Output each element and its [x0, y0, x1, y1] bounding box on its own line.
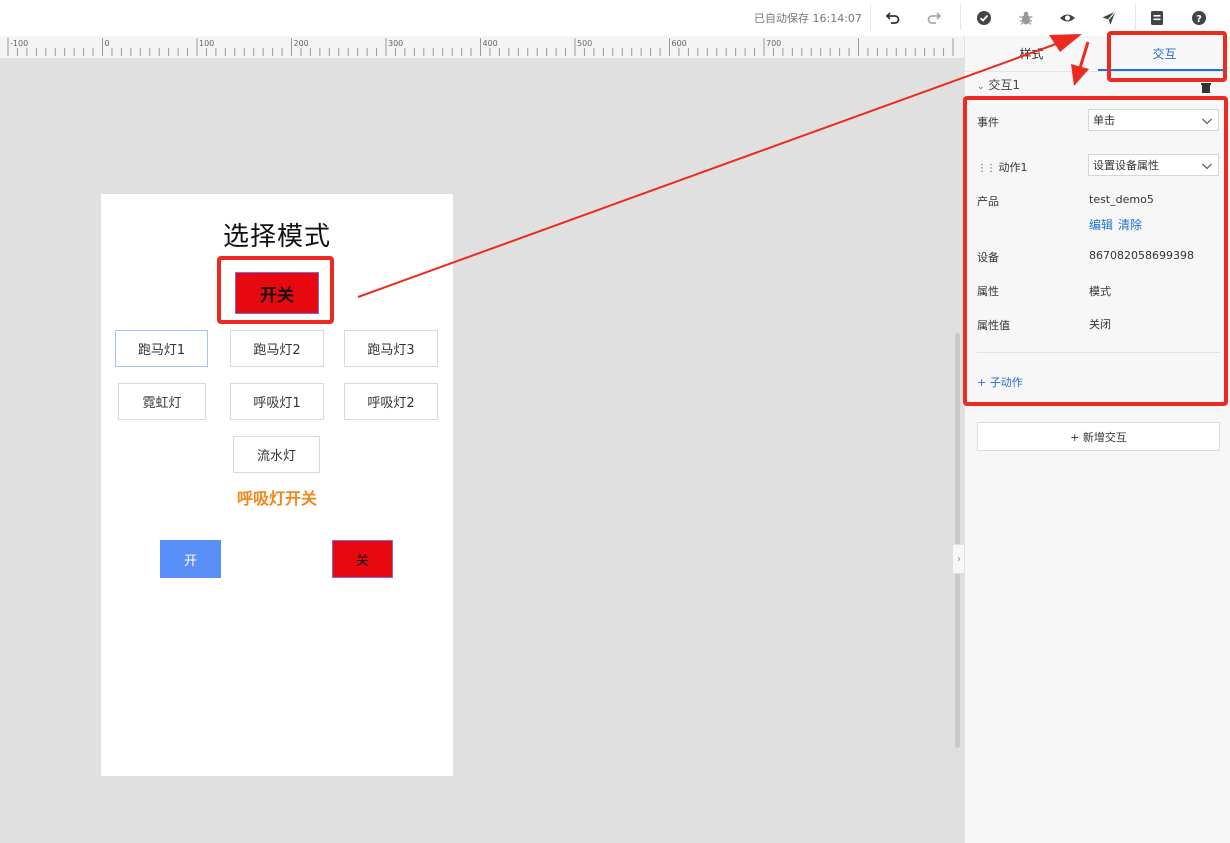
- ruler-label: 600: [672, 39, 687, 48]
- svg-text:?: ?: [1196, 14, 1202, 25]
- toolbar-divider: [960, 4, 961, 30]
- tab-style[interactable]: 样式: [965, 36, 1098, 70]
- ruler-label: 300: [388, 39, 403, 48]
- ruler-label: 0: [105, 39, 110, 48]
- annotation-box-interaction-tab: [1107, 31, 1227, 82]
- ruler-label: 400: [483, 39, 498, 48]
- off-button[interactable]: 关: [332, 540, 393, 578]
- mode-button-flowing[interactable]: 流水灯: [233, 436, 320, 473]
- autosave-status: 已自动保存 16:14:07: [754, 12, 862, 25]
- mode-button-breath-2[interactable]: 呼吸灯2: [344, 383, 438, 420]
- toolbar-divider: [1135, 4, 1136, 30]
- undo-icon[interactable]: [881, 6, 905, 30]
- on-button[interactable]: 开: [160, 540, 221, 578]
- bug-icon[interactable]: [1014, 6, 1038, 30]
- ruler-label: 500: [577, 39, 592, 48]
- page-title: 选择模式: [222, 222, 331, 252]
- canvas-scrollbar[interactable]: [955, 333, 960, 748]
- top-toolbar: 已自动保存 16:14:07 ?: [0, 0, 1230, 37]
- mode-button-marquee-1[interactable]: 跑马灯1: [115, 330, 208, 367]
- annotation-box-interaction-settings: [963, 96, 1228, 406]
- interaction-group-header[interactable]: ⌄ 交互1: [977, 76, 1020, 93]
- mode-button-breath-1[interactable]: 呼吸灯1: [230, 383, 324, 420]
- add-interaction-button[interactable]: + 新增交互: [977, 422, 1220, 451]
- mode-button-marquee-3[interactable]: 跑马灯3: [344, 330, 438, 367]
- send-icon[interactable]: [1097, 6, 1121, 30]
- mode-button-marquee-2[interactable]: 跑马灯2: [230, 330, 324, 367]
- ruler-label: 700: [766, 39, 781, 48]
- toolbar-divider: [870, 4, 871, 30]
- eye-icon[interactable]: [1055, 6, 1079, 30]
- doc-icon[interactable]: [1145, 6, 1169, 30]
- ruler-label: 200: [294, 39, 309, 48]
- annotation-box-switch: [217, 256, 334, 324]
- breath-switch-label: 呼吸灯开关: [236, 489, 317, 508]
- chevron-down-icon: ⌄: [977, 82, 985, 92]
- horizontal-ruler: -100 0 100 200 300 400 500 600 700: [0, 36, 964, 58]
- ruler-label: -100: [10, 39, 28, 48]
- mode-button-neon[interactable]: 霓虹灯: [118, 383, 206, 420]
- help-icon[interactable]: ?: [1187, 6, 1211, 30]
- ruler-label: 100: [199, 39, 214, 48]
- check-icon[interactable]: [972, 6, 996, 30]
- redo-icon[interactable]: [922, 6, 946, 30]
- interaction-group-title: 交互1: [988, 78, 1021, 92]
